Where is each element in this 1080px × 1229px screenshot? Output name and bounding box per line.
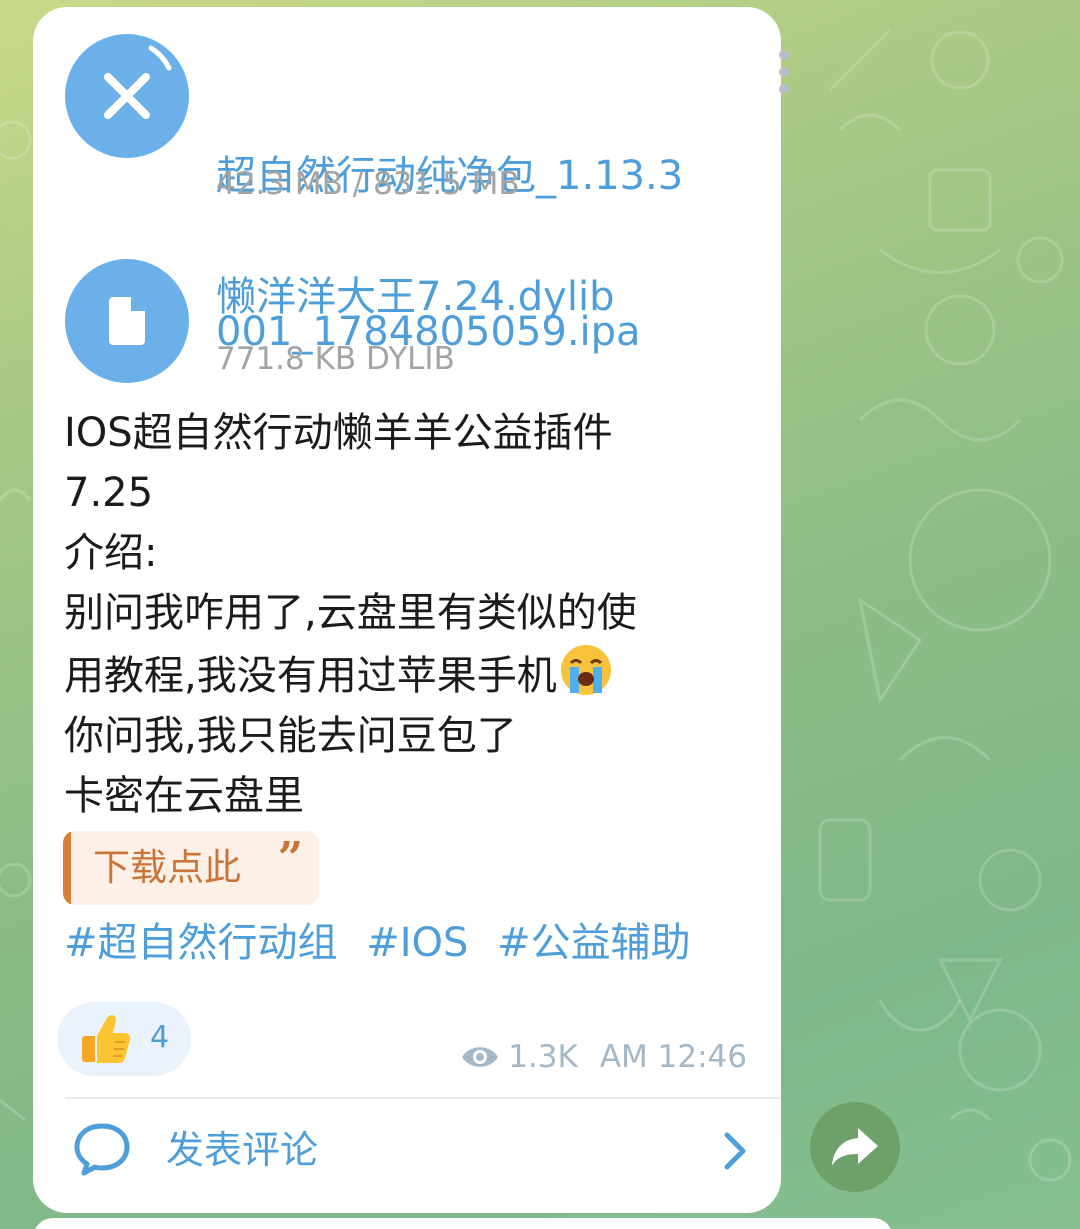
reaction-chip[interactable]: 4: [57, 1002, 191, 1076]
hashtag-list: #超自然行动组 #IOS #公益辅助: [64, 913, 707, 973]
message-text: IOS超自然行动懒羊羊公益插件 7.25 介绍: 别问我咋用了,云盘里有类似的使…: [64, 403, 764, 826]
file-icon-circle[interactable]: [65, 259, 189, 383]
download-link-quote[interactable]: 下载点此 ”: [63, 831, 319, 905]
quote-mark-icon: ”: [277, 833, 303, 884]
message-line: 卡密在云盘里: [64, 773, 304, 819]
channel-post-bubble: 超自然行动纯净包_1.13.3 001_1784805059.ipa 42.3 …: [33, 7, 789, 1213]
views-eye-icon: [462, 1047, 499, 1067]
message-line: 介绍:: [64, 530, 158, 576]
hashtag-link[interactable]: #公益辅助: [497, 920, 691, 966]
hashtag-link[interactable]: #IOS: [366, 920, 468, 966]
cancel-download-icon: [104, 45, 172, 119]
next-message-bubble: [33, 1218, 893, 1229]
quote-accent-bar: [63, 831, 71, 905]
hashtag-link[interactable]: #超自然行动组: [64, 920, 338, 966]
leave-comment-label: 发表评论: [166, 1128, 319, 1172]
post-meta: 1.3K AM 12:46: [460, 1037, 747, 1077]
file-attachment-dylib[interactable]: 懒洋洋大王7.24.dylib 771.8 KB DYLIB: [65, 259, 745, 389]
cancel-download-button[interactable]: [65, 34, 189, 158]
file-name: 懒洋洋大王7.24.dylib: [216, 274, 615, 320]
file-size: 771.8 KB DYLIB: [216, 341, 455, 377]
more-options-icon[interactable]: [775, 47, 793, 97]
view-count: 1.3K: [508, 1039, 578, 1075]
message-line: 别问我咋用了,云盘里有类似的使: [64, 590, 637, 636]
file-attachment-ipa[interactable]: 超自然行动纯净包_1.13.3 001_1784805059.ipa 42.3 …: [65, 34, 745, 355]
comment-bubble-icon: [74, 1123, 130, 1176]
message-line: IOS超自然行动懒羊羊公益插件: [64, 410, 613, 456]
share-arrow-icon: [832, 1128, 878, 1166]
file-name: 超自然行动纯净包_1.13.3 001_1784805059.ipa: [216, 153, 684, 355]
message-line-with-emoji: 用教程,我没有用过苹果手机: [64, 643, 764, 706]
reaction-count: 4: [150, 1020, 170, 1055]
document-icon: [109, 297, 145, 345]
thumbs-up-emoji: [82, 1015, 131, 1063]
message-line: 7.25: [64, 470, 154, 516]
download-link-text[interactable]: 下载点此: [93, 841, 241, 895]
loudly-crying-face-emoji: [560, 645, 611, 695]
file-download-progress: 42.3 MB / 831.5 MB: [216, 166, 520, 202]
message-line: 你问我,我只能去问豆包了: [64, 713, 517, 759]
leave-comment-button[interactable]: 发表评论: [33, 1099, 781, 1209]
post-time: AM 12:46: [599, 1039, 747, 1075]
chevron-right-icon: [724, 1132, 746, 1170]
share-button[interactable]: [810, 1102, 900, 1192]
